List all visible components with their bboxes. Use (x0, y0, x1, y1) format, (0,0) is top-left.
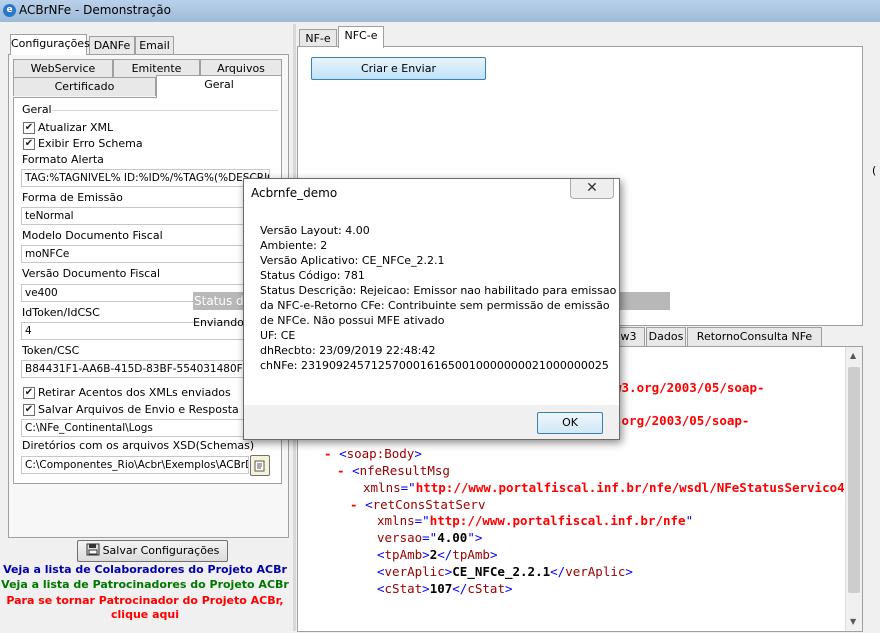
tab-webservice[interactable]: WebService (13, 59, 113, 78)
modelo-label: Modelo Documento Fiscal (22, 229, 163, 242)
window-titlebar: e ACBrNFe - Demonstração (0, 0, 880, 22)
app-icon: e (3, 4, 16, 17)
side-glyph: ( (872, 164, 877, 177)
atualizar-xml-label: Atualizar XML (38, 121, 114, 134)
forma-emissao-label: Forma de Emissão (22, 191, 123, 204)
tab-email[interactable]: Email (135, 36, 174, 55)
xml-result-ns: xmlns="http://www.portalfiscal.inf.br/nf… (363, 480, 845, 495)
dialog-line: Ambiente: 2 (260, 239, 328, 252)
save-icon (86, 543, 100, 556)
versao-label: Versão Documento Fiscal (22, 267, 161, 280)
formato-alerta-input[interactable]: TAG:%TAGNIVEL% ID:%ID%/%TAG%(%DESCRIC (21, 169, 270, 187)
xml-soap-body: - <soap:Body> (324, 446, 422, 461)
exibir-erro-label: Exibir Erro Schema (38, 137, 143, 150)
link-colaboradores[interactable]: Veja a lista de Colaboradores do Projeto… (0, 563, 290, 576)
modelo-select[interactable]: moNFCe (21, 245, 270, 263)
group-divider (52, 110, 278, 111)
ok-button[interactable]: OK (537, 412, 603, 434)
xml-tpamb: <tpAmb>2</tpAmb> (377, 547, 498, 562)
tab-configuracoes[interactable]: Configurações (10, 34, 90, 55)
dialog-line: chNFe: 231909245712570001616500100000000… (260, 359, 609, 372)
status-label: Status d (194, 294, 244, 308)
logs-path-input[interactable]: C:\NFe_Continental\Logs (21, 419, 270, 437)
tab-retorno-consulta[interactable]: RetornoConsulta NFe 2.01 (687, 327, 822, 360)
salvar-arquivos-label: Salvar Arquivos de Envio e Resposta (38, 403, 239, 416)
window-title: ACBrNFe - Demonstração (19, 3, 171, 17)
formato-alerta-label: Formato Alerta (22, 153, 104, 166)
xml-scrollbar[interactable]: ▲ ▼ (845, 347, 862, 631)
tab-nfce[interactable]: NFC-e (338, 26, 384, 48)
exibir-erro-checkbox[interactable]: ✔ (23, 138, 35, 150)
atualizar-xml-checkbox[interactable]: ✔ (23, 122, 35, 134)
token-input[interactable]: B84431F1-AA6B-415D-83BF-554031480FD0 (21, 360, 270, 378)
tab-geral[interactable]: Geral (156, 75, 282, 98)
enviando-label: Enviando (193, 316, 244, 329)
xml-result-msg: - <nfeResultMsg (337, 463, 450, 478)
message-dialog: Acbrnfe_demo ✕ Versão Layout: 4.00 Ambie… (243, 178, 620, 440)
browse-folder-button[interactable] (250, 455, 270, 476)
xml-cstat: <cStat>107</cStat> (377, 581, 513, 596)
scroll-down-icon[interactable]: ▼ (850, 617, 856, 626)
group-title: Geral (22, 103, 52, 116)
dialog-line: Versão Aplicativo: CE_NFCe_2.2.1 (260, 254, 445, 267)
save-config-button[interactable]: Salvar Configurações (77, 540, 228, 562)
scrollbar-thumb[interactable] (848, 367, 860, 593)
salvar-arquivos-checkbox[interactable]: ✔ (23, 404, 35, 416)
forma-emissao-select[interactable]: teNormal (21, 207, 270, 225)
dialog-line: Status Código: 781 (260, 269, 365, 282)
link-patrocinadores[interactable]: Veja a lista de Patrocinadores do Projet… (0, 578, 290, 591)
token-label: Token/CSC (22, 344, 80, 357)
xsd-label: Diretórios com os arquivos XSD(Schemas) (22, 439, 255, 452)
dialog-line: da NFC-e-Retorno CFe: Contribuinte sem p… (260, 299, 610, 312)
xml-url-1: w3.org/2003/05/soap- (614, 380, 765, 395)
dialog-line: UF: CE (260, 329, 296, 342)
xml-versao: versao="4.00"> (377, 530, 483, 545)
tab-dados[interactable]: Dados (646, 327, 686, 346)
idtoken-label: IdToken/IdCSC (22, 306, 100, 319)
tab-certificado[interactable]: Certificado (13, 77, 156, 96)
dialog-body: Versão Layout: 4.00 Ambiente: 2 Versão A… (244, 207, 619, 405)
xml-retconsstatserv: - <retConsStatServ (350, 497, 486, 512)
close-icon[interactable]: ✕ (570, 179, 614, 199)
dialog-title: Acbrnfe_demo (251, 186, 338, 200)
save-config-label: Salvar Configurações (102, 544, 220, 557)
dialog-line: de NFCe. Não possui MFE ativado (260, 314, 445, 327)
link-clique-aqui[interactable]: clique aqui (0, 608, 290, 621)
dialog-titlebar: Acbrnfe_demo ✕ (244, 179, 619, 207)
retirar-acentos-label: Retirar Acentos dos XMLs enviados (38, 386, 231, 399)
folder-icon (254, 460, 265, 472)
dialog-line: dhRecbto: 23/09/2019 22:48:42 (260, 344, 436, 357)
xml-veraplic: <verAplic>CE_NFCe_2.2.1</verAplic> (377, 564, 633, 579)
link-tornar-patrocinador[interactable]: Para se tornar Patrocinador do Projeto A… (0, 594, 290, 607)
xsd-path-input[interactable]: C:\Componentes_Rio\Acbr\Exemplos\ACBrDF (21, 456, 249, 474)
dialog-line: Status Descrição: Rejeicao: Emissor nao … (260, 284, 617, 297)
dialog-line: Versão Layout: 4.00 (260, 224, 370, 237)
xml-url-2: .org/2003/05/soap- (614, 413, 750, 428)
xml-ret-ns: xmlns="http://www.portalfiscal.inf.br/nf… (377, 513, 694, 528)
criar-enviar-button[interactable]: Criar e Enviar (311, 57, 486, 80)
retirar-acentos-checkbox[interactable]: ✔ (23, 387, 35, 399)
scroll-up-icon[interactable]: ▲ (850, 351, 856, 360)
tab-danfe[interactable]: DANFe (89, 36, 135, 55)
